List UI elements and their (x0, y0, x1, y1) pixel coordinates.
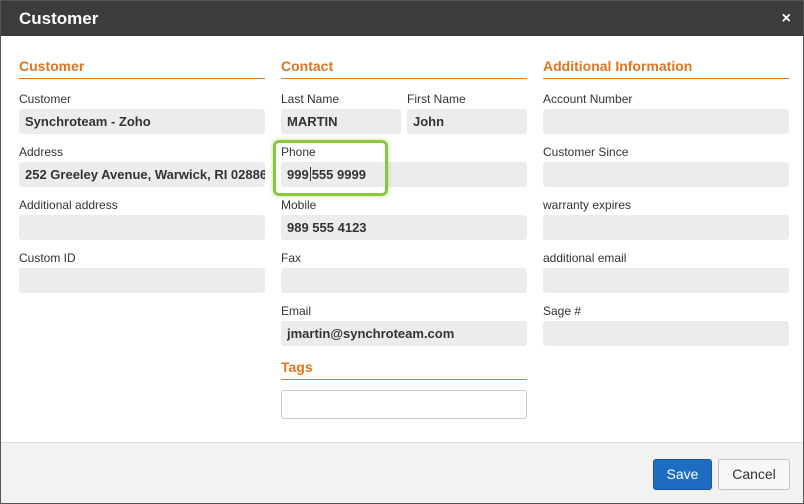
section-divider (543, 78, 789, 79)
address-label: Address (19, 145, 64, 159)
additional-address-label: Additional address (19, 198, 118, 212)
customer-since-label: Customer Since (543, 145, 629, 159)
section-divider (19, 78, 265, 79)
section-title-tags: Tags (281, 359, 313, 375)
last-name-field[interactable]: MARTIN (281, 109, 401, 134)
fax-label: Fax (281, 251, 302, 265)
cancel-button[interactable]: Cancel (718, 459, 790, 490)
additional-email-field[interactable] (543, 268, 789, 293)
custom-id-label: Custom ID (19, 251, 76, 265)
save-button[interactable]: Save (653, 459, 712, 490)
first-name-field[interactable]: John (407, 109, 527, 134)
dialog-title: Customer (19, 9, 99, 28)
customer-dialog: Customer × Customer Customer Synchroteam… (0, 0, 804, 504)
fax-field[interactable] (281, 268, 527, 293)
email-field[interactable]: jmartin@synchroteam.com (281, 321, 527, 346)
account-number-field[interactable] (543, 109, 789, 134)
address-field[interactable]: 252 Greeley Avenue, Warwick, RI 02886 (19, 162, 265, 187)
sage-number-field[interactable] (543, 321, 789, 346)
custom-id-field[interactable] (19, 268, 265, 293)
additional-email-label: additional email (543, 251, 627, 265)
customer-label: Customer (19, 92, 72, 106)
section-title-contact: Contact (281, 58, 334, 74)
dialog-footer: Save Cancel (1, 442, 803, 503)
dialog-titlebar: Customer × (1, 1, 803, 36)
email-label: Email (281, 304, 312, 318)
mobile-label: Mobile (281, 198, 317, 212)
first-name-label: First Name (407, 92, 466, 106)
warranty-expires-label: warranty expires (543, 198, 632, 212)
customer-since-field[interactable] (543, 162, 789, 187)
section-divider (281, 379, 527, 380)
tags-input[interactable] (281, 390, 527, 419)
section-title-customer: Customer (19, 58, 85, 74)
phone-focus-highlight (273, 140, 388, 196)
sage-number-label: Sage # (543, 304, 582, 318)
section-title-additional-information: Additional Information (543, 58, 693, 74)
warranty-expires-field[interactable] (543, 215, 789, 240)
close-icon[interactable]: × (782, 10, 791, 28)
account-number-label: Account Number (543, 92, 633, 106)
section-divider (281, 78, 527, 79)
customer-field[interactable]: Synchroteam - Zoho (19, 109, 265, 134)
additional-address-field[interactable] (19, 215, 265, 240)
mobile-field[interactable]: 989 555 4123 (281, 215, 527, 240)
last-name-label: Last Name (281, 92, 340, 106)
